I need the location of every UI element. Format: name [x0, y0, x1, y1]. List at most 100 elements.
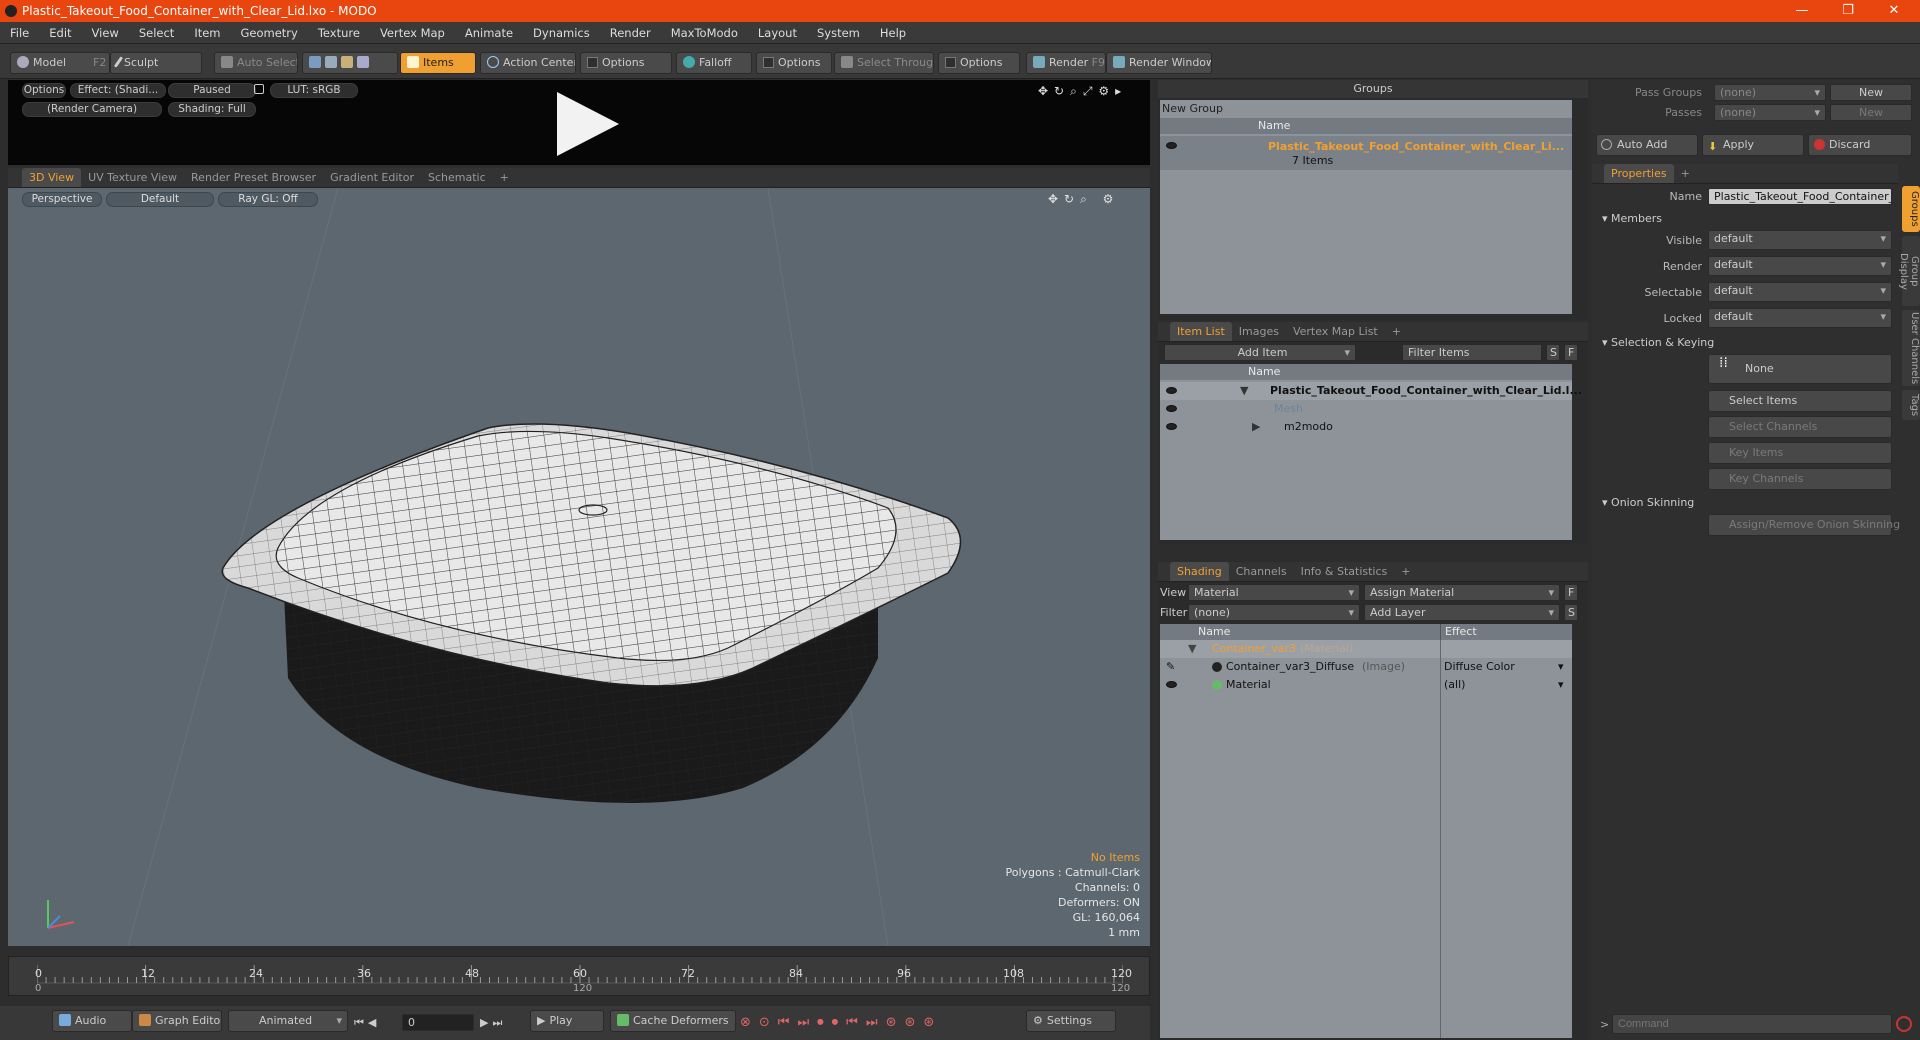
- add-item-dropdown[interactable]: Add Item: [1164, 344, 1356, 361]
- chevron-down-icon[interactable]: ▾: [1558, 658, 1564, 676]
- action-center-button[interactable]: Action Center: [480, 52, 576, 74]
- view-dropdown[interactable]: Material: [1188, 584, 1360, 601]
- timeline-ruler[interactable]: 0 12 24 36 48 60 72 84 96 108 120 0 120 …: [35, 957, 1132, 997]
- diffuse-effect-dropdown[interactable]: Diffuse Color: [1444, 658, 1515, 676]
- shader-row-diffuse-image[interactable]: ✎ Container_var3_Diffuse (Image) Diffuse…: [1160, 658, 1572, 676]
- command-history-icon[interactable]: [1896, 1016, 1912, 1032]
- transport-back-buttons[interactable]: ⏮◀: [354, 1016, 380, 1030]
- model-mode-button[interactable]: Model F2: [10, 52, 110, 74]
- select-items-button[interactable]: Select Items: [1708, 390, 1892, 412]
- settings-button[interactable]: ⚙ Settings: [1026, 1010, 1116, 1032]
- menu-layout[interactable]: Layout: [748, 26, 807, 40]
- eye-icon[interactable]: [1166, 142, 1177, 149]
- select-through-options-checkbox[interactable]: [945, 57, 956, 68]
- tab-shading[interactable]: Shading: [1170, 562, 1229, 581]
- falloff-options-checkbox[interactable]: [763, 57, 774, 68]
- polygon-mode-icon[interactable]: [341, 56, 353, 68]
- command-input[interactable]: [1612, 1014, 1892, 1034]
- restore-button[interactable]: ❐: [1828, 0, 1868, 22]
- range-start[interactable]: 0: [35, 983, 41, 994]
- select-channels-button[interactable]: Select Channels: [1708, 416, 1892, 438]
- render-dropdown[interactable]: default: [1708, 256, 1892, 276]
- minimize-button[interactable]: —: [1782, 0, 1822, 22]
- menu-view[interactable]: View: [82, 26, 129, 40]
- tab-3d-view[interactable]: 3D View: [22, 168, 82, 187]
- new-pass-group-button[interactable]: New: [1830, 84, 1912, 101]
- preview-options-button[interactable]: Options: [22, 83, 66, 98]
- apply-button[interactable]: ⬇ Apply: [1702, 134, 1804, 156]
- select-through-button[interactable]: Select Through: [834, 52, 934, 74]
- render-window-button[interactable]: Render Window: [1106, 52, 1212, 74]
- item-row-mesh[interactable]: Mesh: [1160, 400, 1572, 418]
- menu-item[interactable]: Item: [184, 26, 230, 40]
- tab-channels[interactable]: Channels: [1229, 562, 1294, 581]
- vtab-group-display[interactable]: Group Display: [1898, 236, 1920, 306]
- preview-effect-dropdown[interactable]: Effect: (Shadi...: [70, 83, 166, 98]
- play-icon[interactable]: [543, 84, 623, 164]
- tab-item-list[interactable]: Item List: [1170, 322, 1232, 341]
- cache-deformers-button[interactable]: Cache Deformers: [610, 1010, 736, 1032]
- container-mesh-wireframe[interactable]: [8, 188, 1150, 946]
- add-shading-tab-button[interactable]: +: [1394, 562, 1417, 581]
- menu-file[interactable]: File: [0, 26, 39, 40]
- assign-material-dropdown[interactable]: Assign Material: [1364, 584, 1560, 601]
- menu-vertex-map[interactable]: Vertex Map: [370, 26, 455, 40]
- expand-icon[interactable]: ▼: [1188, 640, 1196, 658]
- sculpt-mode-button[interactable]: Sculpt: [110, 52, 202, 74]
- pass-groups-dropdown[interactable]: (none): [1714, 84, 1826, 101]
- shader-row-material[interactable]: Material (all) ▾: [1160, 676, 1572, 694]
- auto-add-button[interactable]: Auto Add: [1596, 134, 1698, 156]
- shader-tree[interactable]: Name Effect ▼ Container_var3 (Material) …: [1160, 624, 1572, 1038]
- tab-vertex-map-list[interactable]: Vertex Map List: [1286, 322, 1385, 341]
- audio-button[interactable]: Audio: [52, 1010, 132, 1032]
- add-tab-button[interactable]: +: [493, 168, 516, 187]
- onion-skinning-section[interactable]: ▾ Onion Skinning: [1602, 496, 1694, 509]
- material-effect-dropdown[interactable]: (all): [1444, 676, 1465, 694]
- eye-icon[interactable]: [1166, 405, 1177, 412]
- tab-gradient-editor[interactable]: Gradient Editor: [323, 168, 421, 187]
- groups-name-header[interactable]: Name: [1160, 118, 1572, 134]
- eye-icon[interactable]: [1166, 387, 1177, 394]
- items-mode-button[interactable]: Items: [400, 52, 476, 74]
- brush-icon[interactable]: ✎: [1166, 658, 1175, 676]
- item-row-scene[interactable]: ▼ Plastic_Takeout_Food_Container_with_Cl…: [1160, 382, 1582, 400]
- menu-texture[interactable]: Texture: [308, 26, 370, 40]
- group-row[interactable]: Plastic_Takeout_Food_Container_with_Clea…: [1160, 136, 1572, 170]
- add-item-tab-button[interactable]: +: [1385, 322, 1408, 341]
- item-name-header[interactable]: Name: [1160, 364, 1572, 380]
- new-pass-button[interactable]: New: [1830, 104, 1912, 121]
- filter-items-field[interactable]: Filter Items: [1402, 344, 1542, 361]
- visible-dropdown[interactable]: default: [1708, 230, 1892, 250]
- menu-dynamics[interactable]: Dynamics: [523, 26, 600, 40]
- menu-render[interactable]: Render: [600, 26, 661, 40]
- menu-help[interactable]: Help: [870, 26, 916, 40]
- filter-dropdown[interactable]: (none): [1188, 604, 1360, 621]
- locked-dropdown[interactable]: default: [1708, 308, 1892, 328]
- shading-s-toggle[interactable]: S: [1564, 604, 1578, 621]
- graph-editor-button[interactable]: Graph Editor: [132, 1010, 222, 1032]
- discard-button[interactable]: Discard: [1808, 134, 1912, 156]
- tab-uv-texture-view[interactable]: UV Texture View: [81, 168, 184, 187]
- group-name-field[interactable]: Plastic_Takeout_Food_Container_wi: [1708, 188, 1892, 205]
- current-frame-field[interactable]: 0: [402, 1014, 474, 1031]
- preview-nav-icons[interactable]: ✥↻⌕⤢⚙▸: [1038, 84, 1127, 99]
- preview-paused-button[interactable]: Paused: [168, 83, 256, 98]
- key-channels-button[interactable]: Key Channels: [1708, 468, 1892, 490]
- menu-animate[interactable]: Animate: [455, 26, 523, 40]
- animated-dropdown[interactable]: Animated: [228, 1010, 348, 1032]
- timeline[interactable]: 0 12 24 36 48 60 72 84 96 108 120 0 120 …: [8, 956, 1150, 996]
- options-checkbox[interactable]: [587, 57, 598, 68]
- new-group-button[interactable]: New Group: [1160, 100, 1223, 118]
- shading-dropdown[interactable]: Shading: Full: [168, 102, 256, 117]
- falloff-button[interactable]: Falloff: [676, 52, 752, 74]
- action-center-options-button[interactable]: Options: [580, 52, 672, 74]
- tab-images[interactable]: Images: [1232, 322, 1286, 341]
- shader-effect-header[interactable]: Effect: [1440, 624, 1572, 640]
- menu-geometry[interactable]: Geometry: [231, 26, 308, 40]
- assign-onion-skinning-button[interactable]: Assign/Remove Onion Skinning: [1708, 514, 1900, 536]
- eye-icon[interactable]: [1166, 681, 1177, 688]
- chevron-down-icon[interactable]: ▾: [1558, 676, 1564, 694]
- lock-icon[interactable]: [254, 84, 264, 94]
- vtab-groups[interactable]: Groups: [1902, 186, 1920, 232]
- render-camera-dropdown[interactable]: (Render Camera): [22, 102, 162, 117]
